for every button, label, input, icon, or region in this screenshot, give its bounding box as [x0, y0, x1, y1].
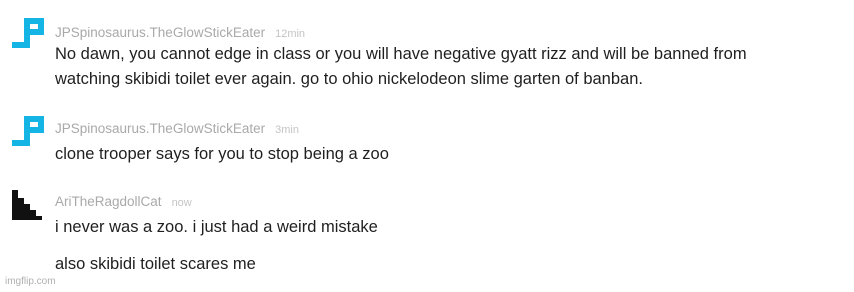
blue-pixel-avatar-icon[interactable]: [10, 116, 44, 150]
message-meta: JPSpinosaurus.TheGlowStickEater 12min: [55, 25, 305, 42]
timestamp: 3min: [275, 124, 299, 136]
message-meta: JPSpinosaurus.TheGlowStickEater 3min: [55, 121, 299, 138]
username[interactable]: JPSpinosaurus.TheGlowStickEater: [55, 25, 265, 40]
message-text: watching skibidi toilet ever again. go t…: [55, 70, 643, 88]
message-text: clone trooper says for you to stop being…: [55, 145, 389, 163]
username[interactable]: AriTheRagdollCat: [55, 194, 162, 209]
message-meta: AriTheRagdollCat now: [55, 194, 192, 211]
message-text: also skibidi toilet scares me: [55, 255, 256, 273]
message-text: i never was a zoo. i just had a weird mi…: [55, 218, 378, 236]
timestamp: now: [171, 197, 192, 209]
username[interactable]: JPSpinosaurus.TheGlowStickEater: [55, 121, 265, 136]
watermark: imgflip.com: [5, 276, 56, 287]
black-staircase-avatar-icon[interactable]: [10, 188, 44, 222]
message-text: No dawn, you cannot edge in class or you…: [55, 45, 747, 63]
blue-pixel-avatar-icon[interactable]: [10, 18, 44, 52]
timestamp: 12min: [275, 28, 306, 40]
